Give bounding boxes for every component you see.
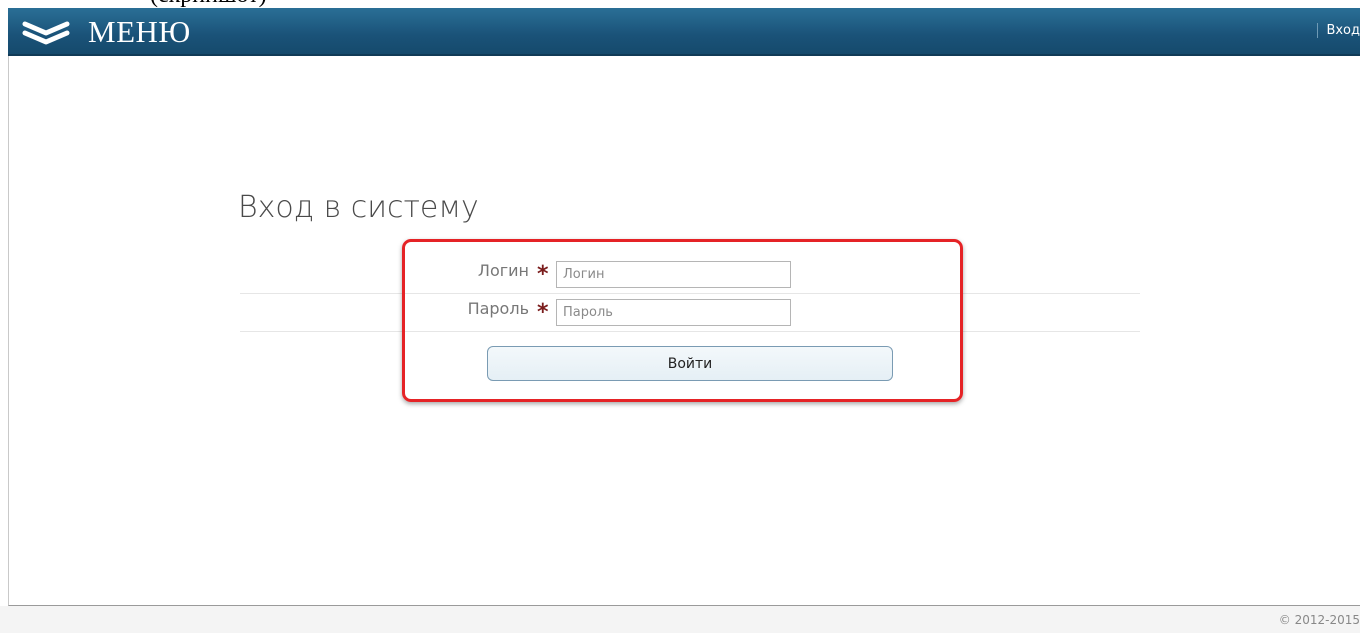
required-indicator: * bbox=[537, 262, 549, 287]
cropped-text-fragment: (скриншот) bbox=[0, 0, 1360, 8]
form-divider bbox=[240, 331, 1140, 332]
footer: © 2012-2015 bbox=[0, 606, 1360, 633]
top-navigation-bar: МЕНЮ Вход bbox=[8, 8, 1360, 56]
login-input[interactable] bbox=[556, 261, 791, 288]
menu-title[interactable]: МЕНЮ bbox=[88, 14, 191, 50]
login-label: Логин bbox=[477, 261, 529, 280]
double-chevron-down-icon[interactable] bbox=[22, 21, 70, 45]
page-title: Вход в систему bbox=[238, 190, 479, 225]
submit-button[interactable]: Войти bbox=[487, 346, 893, 381]
required-indicator: * bbox=[537, 300, 549, 325]
copyright-text: © 2012-2015 bbox=[1278, 613, 1360, 627]
password-input[interactable] bbox=[556, 299, 791, 326]
login-link[interactable]: Вход bbox=[1317, 23, 1360, 38]
form-divider bbox=[240, 293, 1140, 294]
password-label: Пароль bbox=[467, 299, 529, 318]
